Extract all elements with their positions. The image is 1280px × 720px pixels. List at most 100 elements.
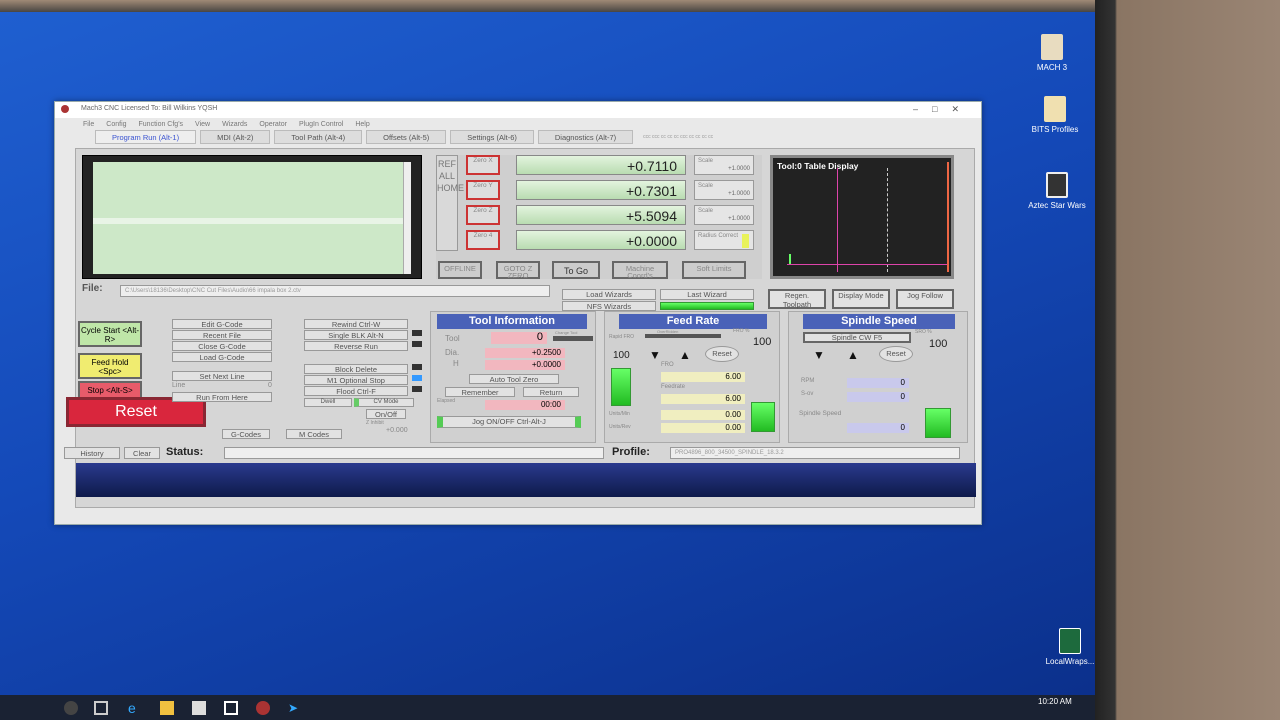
feed-reset-button[interactable]: Reset xyxy=(705,346,739,362)
scale-x[interactable]: Scale +1.0000 xyxy=(694,155,754,175)
zero-z-button[interactable]: Zero Z xyxy=(466,205,500,225)
gcode-listing[interactable] xyxy=(93,162,411,274)
menu-function-cfgs[interactable]: Function Cfg's xyxy=(139,121,184,128)
feed-hold-button[interactable]: Feed Hold <Spc> xyxy=(78,353,142,379)
desktop-icon-mach3[interactable]: MACH 3 xyxy=(1017,34,1087,72)
gcode-scrollbar[interactable] xyxy=(403,162,411,274)
zero-x-button[interactable]: Zero X xyxy=(466,155,500,175)
regen-toolpath-button[interactable]: Regen. Toolpath xyxy=(768,289,826,309)
load-wizards-button[interactable]: Load Wizards xyxy=(562,289,656,300)
toolpath-display[interactable]: Tool:0 Table Display xyxy=(770,155,954,279)
machine-coords-button[interactable]: Machine Coord's xyxy=(612,261,668,279)
reverse-run-button[interactable]: Reverse Run xyxy=(304,341,408,351)
recent-file-button[interactable]: Recent File xyxy=(172,330,272,340)
store-icon[interactable] xyxy=(192,701,206,715)
dro-x-value[interactable]: +0.7110 xyxy=(516,155,686,175)
menu-view[interactable]: View xyxy=(195,121,210,128)
tool-value[interactable]: 0 xyxy=(491,332,547,344)
clear-button[interactable]: Clear xyxy=(124,447,160,459)
spindle-speed-value[interactable]: 0 xyxy=(847,423,909,433)
tab-tool-path[interactable]: Tool Path (Alt-4) xyxy=(274,130,363,144)
desktop-icon-bits-profiles[interactable]: BITS Profiles xyxy=(1020,96,1090,134)
mic-icon[interactable] xyxy=(64,701,78,715)
mcodes-button[interactable]: M Codes xyxy=(286,429,342,439)
close-gcode-button[interactable]: Close G-Code xyxy=(172,341,272,351)
radius-correct[interactable]: Radius Correct xyxy=(694,230,754,250)
edit-gcode-button[interactable]: Edit G-Code xyxy=(172,319,272,329)
set-next-line-button[interactable]: Set Next Line xyxy=(172,371,272,381)
load-gcode-button[interactable]: Load G-Code xyxy=(172,352,272,362)
spindle-down-icon[interactable]: ▼ xyxy=(813,348,825,362)
dwell-button[interactable]: Dwell xyxy=(304,398,352,407)
run-from-here-button[interactable]: Run From Here xyxy=(172,392,272,402)
block-delete-button[interactable]: Block Delete xyxy=(304,364,408,374)
tab-offsets[interactable]: Offsets (Alt-5) xyxy=(366,130,447,144)
mach3-taskbar-icon[interactable] xyxy=(256,701,270,715)
sro-value[interactable]: 100 xyxy=(929,338,947,350)
menu-help[interactable]: Help xyxy=(355,121,369,128)
menu-config[interactable]: Config xyxy=(106,121,126,128)
dro-4-value[interactable]: +0.0000 xyxy=(516,230,686,250)
file-path-field[interactable]: C:\Users\18136\Desktop\CNC Cut Files\Aud… xyxy=(120,285,550,297)
spindle-reset-button[interactable]: Reset xyxy=(879,346,913,362)
flood-button[interactable]: Flood Ctrl-F xyxy=(304,386,408,396)
history-button[interactable]: History xyxy=(64,447,120,459)
mail-icon[interactable] xyxy=(224,701,238,715)
feedrate-value[interactable]: 6.00 xyxy=(661,394,745,404)
soft-limits-button[interactable]: Soft Limits xyxy=(682,261,746,279)
goto-z-button[interactable]: GOTO Z ZERO xyxy=(496,261,540,279)
scale-z[interactable]: Scale +1.0000 xyxy=(694,205,754,225)
rewind-button[interactable]: Rewind Ctrl-W xyxy=(304,319,408,329)
dro-y-value[interactable]: +0.7301 xyxy=(516,180,686,200)
gcodes-button[interactable]: G-Codes xyxy=(222,429,270,439)
clock[interactable]: 10:20 AM xyxy=(1038,697,1072,706)
z-inhibit-value[interactable]: +0.000 xyxy=(386,427,408,434)
dia-value[interactable]: +0.2500 xyxy=(485,348,565,358)
cv-mode-button[interactable]: CV Mode xyxy=(354,398,414,407)
line-value[interactable]: 0 xyxy=(268,382,272,389)
fro-slider[interactable] xyxy=(751,402,775,432)
spindle-up-icon[interactable]: ▲ xyxy=(847,348,859,362)
change-tool-button[interactable] xyxy=(553,336,593,341)
last-wizard-button[interactable]: Last Wizard xyxy=(660,289,754,300)
tab-settings[interactable]: Settings (Alt-6) xyxy=(450,130,534,144)
nfs-wizards-button[interactable]: NFS Wizards xyxy=(562,301,656,311)
dro-z-value[interactable]: +5.5094 xyxy=(516,205,686,225)
desktop-icon-aztec[interactable]: Aztec Star Wars xyxy=(1022,172,1092,210)
auto-tool-zero-button[interactable]: Auto Tool Zero xyxy=(469,374,559,384)
menu-file[interactable]: File xyxy=(83,121,94,128)
zero-y-button[interactable]: Zero Y xyxy=(466,180,500,200)
cycle-start-button[interactable]: Cycle Start <Alt-R> xyxy=(78,321,142,347)
menu-plugin-control[interactable]: PlugIn Control xyxy=(299,121,343,128)
single-block-button[interactable]: Single BLK Alt-N xyxy=(304,330,408,340)
scale-y[interactable]: Scale +1.0000 xyxy=(694,180,754,200)
fro-pct-value[interactable]: 100 xyxy=(753,336,771,348)
feed-down-icon[interactable]: ▼ xyxy=(649,348,661,362)
jog-toggle-button[interactable]: Jog ON/OFF Ctrl-Alt-J xyxy=(437,416,581,428)
jog-follow-button[interactable]: Jog Follow xyxy=(896,289,954,309)
z-inhibit-toggle[interactable]: On/Off xyxy=(366,409,406,419)
to-go-button[interactable]: To Go xyxy=(552,261,600,279)
zero-4-button[interactable]: Zero 4 xyxy=(466,230,500,250)
offline-button[interactable]: OFFLINE xyxy=(438,261,482,279)
remember-button[interactable]: Remember xyxy=(445,387,515,397)
spindle-slider[interactable] xyxy=(925,408,951,438)
tab-program-run[interactable]: Program Run (Alt-1) xyxy=(95,130,197,144)
ref-all-home-button[interactable]: REF ALL HOME xyxy=(436,155,464,251)
menu-operator[interactable]: Operator xyxy=(259,121,287,128)
feed-up-icon[interactable]: ▲ xyxy=(679,348,691,362)
optional-stop-button[interactable]: M1 Optional Stop xyxy=(304,375,408,385)
file-explorer-icon[interactable] xyxy=(160,701,174,715)
rapid-fro-value[interactable]: 100 xyxy=(613,350,630,361)
task-view-icon[interactable] xyxy=(94,701,108,715)
app-taskbar-icon[interactable]: ➤ xyxy=(288,701,302,715)
window-controls[interactable]: –□✕ xyxy=(913,104,973,115)
return-button[interactable]: Return xyxy=(523,387,579,397)
h-value[interactable]: +0.0000 xyxy=(485,360,565,370)
rapid-fro-slider[interactable] xyxy=(611,368,631,406)
spindle-cw-button[interactable]: Spindle CW F5 xyxy=(803,332,911,343)
display-mode-button[interactable]: Display Mode xyxy=(832,289,890,309)
tab-diagnostics[interactable]: Diagnostics (Alt-7) xyxy=(537,130,634,144)
menu-wizards[interactable]: Wizards xyxy=(222,121,247,128)
fro-value[interactable]: 6.00 xyxy=(661,372,745,382)
